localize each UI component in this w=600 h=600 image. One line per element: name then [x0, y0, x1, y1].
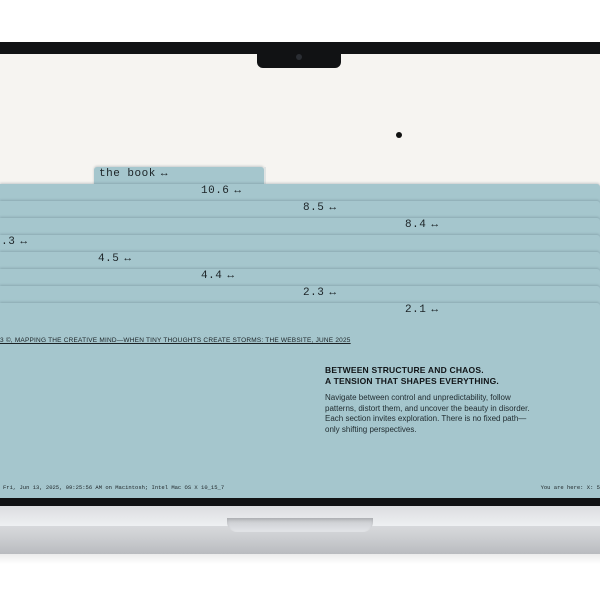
cursor-dot	[396, 132, 402, 138]
laptop-mockup: the book↔ 10.6↔ 8.5↔ 8.4↔ 6.3↔ 4.5↔ 4.4↔…	[0, 0, 600, 600]
tab-label: 2.3 ↔	[303, 287, 337, 299]
tab-label: 8.5 ↔	[303, 202, 337, 214]
tab-label: 4.4 ↔	[201, 270, 235, 282]
tab-label: 6.3↔	[0, 236, 28, 248]
trackpad-notch	[227, 518, 373, 532]
timestamp-footer: Fri, Jun 13, 2025, 09:25:56 AM on Macint…	[3, 484, 225, 491]
location-footer: You are here: X: 5	[540, 484, 600, 491]
tab-label: 4.5 ↔	[98, 253, 132, 265]
headline-line-2: A TENSION THAT SHAPES EVERYTHING.	[325, 376, 499, 386]
intro-paragraph: Navigate between control and unpredictab…	[325, 393, 530, 434]
headline: BETWEEN STRUCTURE AND CHAOS. A TENSION T…	[325, 365, 555, 387]
tab-label: the book ↔	[99, 168, 168, 180]
tab-label: 10.6 ↔	[201, 185, 242, 197]
laptop-shadow	[0, 554, 600, 564]
tab-label: 8.4 ↔	[405, 219, 439, 231]
headline-line-1: BETWEEN STRUCTURE AND CHAOS.	[325, 365, 484, 375]
credit-line[interactable]: 3 ©, MAPPING THE CREATIVE MIND—WHEN TINY…	[0, 337, 351, 344]
tab-label: 2.1 ↔	[405, 304, 439, 316]
website-screen: the book↔ 10.6↔ 8.5↔ 8.4↔ 6.3↔ 4.5↔ 4.4↔…	[0, 54, 600, 498]
tab-edge	[264, 167, 266, 184]
camera-icon	[296, 54, 302, 60]
